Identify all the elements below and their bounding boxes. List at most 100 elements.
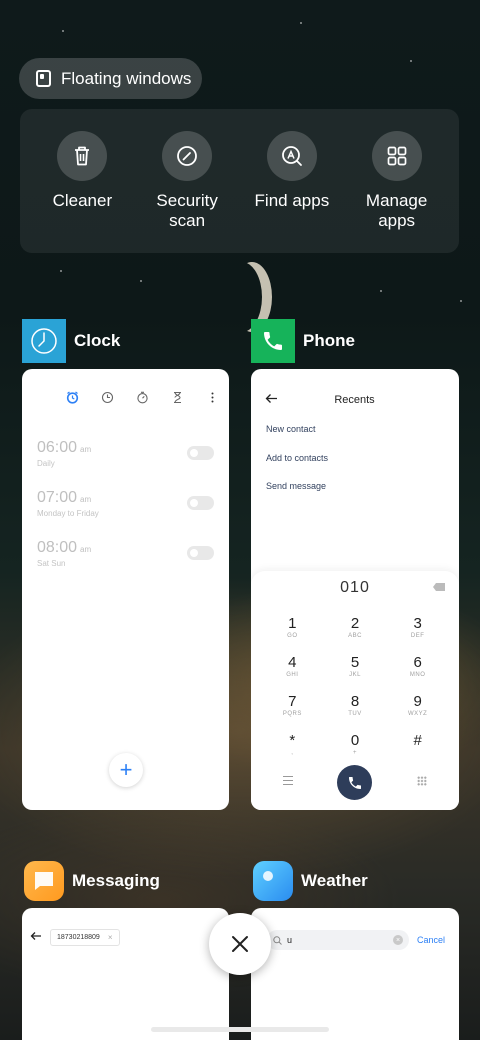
- key-6[interactable]: 6 MNO: [386, 654, 449, 687]
- cleaner-button[interactable]: Cleaner: [32, 131, 132, 253]
- find-apps-label: Find apps: [254, 191, 330, 210]
- call-button[interactable]: [337, 765, 372, 800]
- add-to-contacts-link[interactable]: Add to contacts: [266, 453, 328, 463]
- weather-app-card[interactable]: u × Cancel: [251, 908, 459, 1040]
- star: [140, 280, 142, 282]
- key-letters: TUV: [348, 711, 362, 717]
- cancel-button[interactable]: Cancel: [417, 935, 445, 945]
- dialpad-toggle-icon[interactable]: [417, 776, 427, 786]
- star: [410, 60, 412, 62]
- floating-windows-button[interactable]: Floating windows: [19, 58, 202, 99]
- send-message-link[interactable]: Send message: [266, 481, 326, 491]
- key-digit: 0: [350, 732, 360, 749]
- recents-title: Recents: [334, 394, 375, 406]
- alarm-repeat: Daily: [37, 459, 55, 468]
- key-hash[interactable]: #: [386, 732, 449, 765]
- cleaner-label: Cleaner: [52, 191, 113, 210]
- key-4[interactable]: 4 GHI: [261, 654, 324, 687]
- timer-icon[interactable]: [171, 391, 184, 404]
- messaging-app-name: Messaging: [72, 871, 160, 890]
- key-letters: ,: [291, 750, 294, 756]
- floating-windows-label: Floating windows: [61, 68, 192, 88]
- star: [380, 290, 382, 292]
- security-scan-button[interactable]: Security scan: [137, 131, 237, 253]
- key-digit: 9: [413, 693, 422, 710]
- floating-window-icon: [36, 70, 51, 87]
- app-header-messaging[interactable]: Messaging: [24, 861, 160, 901]
- stopwatch-icon[interactable]: [136, 391, 149, 404]
- key-letters: GHI: [286, 672, 299, 678]
- app-header-clock[interactable]: Clock: [22, 319, 120, 363]
- alarm-ampm: am: [80, 495, 92, 504]
- add-label: +: [119, 757, 133, 782]
- key-5[interactable]: 5 JKL: [324, 654, 387, 687]
- key-digit: 5: [350, 654, 360, 671]
- alarm-icon[interactable]: [66, 391, 79, 404]
- clock-app-name: Clock: [74, 331, 121, 350]
- find-apps-icon: [266, 131, 317, 181]
- phone-app-name: Phone: [303, 331, 355, 350]
- clear-search-icon[interactable]: ×: [392, 935, 403, 945]
- key-letters: PQRS: [282, 711, 302, 717]
- remove-recipient-icon[interactable]: ×: [108, 933, 113, 942]
- alarm-toggle[interactable]: [187, 446, 214, 460]
- home-indicator[interactable]: [151, 1027, 329, 1032]
- recipient-chip[interactable]: 18730218809 ×: [50, 928, 120, 946]
- key-1[interactable]: 1 GO: [261, 615, 324, 648]
- key-3[interactable]: 3 DEF: [386, 615, 449, 648]
- star: [60, 270, 62, 272]
- alarm-ampm: am: [80, 545, 92, 554]
- trash-icon: [57, 131, 108, 181]
- key-letters: JKL: [349, 672, 361, 678]
- clock-app-card[interactable]: 06:00 am Daily 07:00 am Monday to Friday 0…: [22, 369, 229, 810]
- manage-apps-label: Manage apps: [365, 191, 428, 230]
- key-digit: 3: [413, 615, 422, 632]
- key-letters: WXYZ: [407, 711, 428, 717]
- find-apps-button[interactable]: Find apps: [242, 131, 342, 253]
- weather-app-name: Weather: [301, 871, 368, 890]
- app-header-weather[interactable]: Weather: [253, 861, 368, 901]
- more-options-icon[interactable]: [206, 391, 219, 404]
- menu-icon[interactable]: [283, 776, 293, 785]
- phone-app-icon: [251, 319, 295, 363]
- key-digit: 8: [350, 693, 360, 710]
- alarm-toggle[interactable]: [187, 496, 214, 510]
- phone-app-card[interactable]: Recents New contact Add to contacts Send…: [251, 369, 459, 810]
- key-digit: *: [289, 732, 296, 749]
- app-header-phone[interactable]: Phone: [251, 319, 355, 363]
- dialpad-bottom-bar: [251, 765, 459, 800]
- clock-app-icon: [22, 319, 66, 363]
- messaging-app-icon: [24, 861, 64, 901]
- key-9[interactable]: 9 WXYZ: [386, 693, 449, 726]
- key-digit: 6: [413, 654, 422, 671]
- key-letters: GO: [287, 633, 298, 639]
- alarm-toggle[interactable]: [187, 546, 214, 560]
- add-alarm-button[interactable]: +: [109, 753, 143, 787]
- back-arrow-icon[interactable]: [265, 391, 278, 409]
- key-8[interactable]: 8 TUV: [324, 693, 387, 726]
- key-0[interactable]: 0 +: [324, 732, 387, 765]
- search-value: u: [287, 935, 293, 945]
- key-2[interactable]: 2 ABC: [324, 615, 387, 648]
- star: [460, 300, 462, 302]
- messaging-app-card[interactable]: 18730218809 ×: [22, 908, 229, 1040]
- weather-app-icon: [253, 861, 293, 901]
- key-digit: 2: [350, 615, 360, 632]
- city-search-input[interactable]: u ×: [267, 930, 409, 950]
- key-star[interactable]: *,: [261, 732, 324, 765]
- star: [300, 22, 302, 24]
- weather-search-bar: u × Cancel: [267, 930, 445, 950]
- world-clock-icon[interactable]: [101, 391, 114, 404]
- key-letters: ABC: [348, 633, 362, 639]
- messaging-top-bar: 18730218809 ×: [30, 928, 221, 946]
- new-contact-link[interactable]: New contact: [266, 424, 316, 434]
- key-digit: #: [413, 732, 422, 749]
- close-all-button[interactable]: [209, 913, 271, 975]
- key-7[interactable]: 7 PQRS: [261, 693, 324, 726]
- key-digit: 7: [288, 693, 297, 710]
- back-arrow-icon[interactable]: [30, 928, 42, 946]
- alarm-ampm: am: [80, 445, 92, 454]
- dialpad: 010 1 GO 2 ABC 3 DEF 4 GHI 5 JKL 6 MNO 7 PQRS 8…: [251, 571, 459, 810]
- manage-apps-button[interactable]: Manage apps: [347, 131, 447, 253]
- alarm-repeat: Sat Sun: [37, 559, 66, 568]
